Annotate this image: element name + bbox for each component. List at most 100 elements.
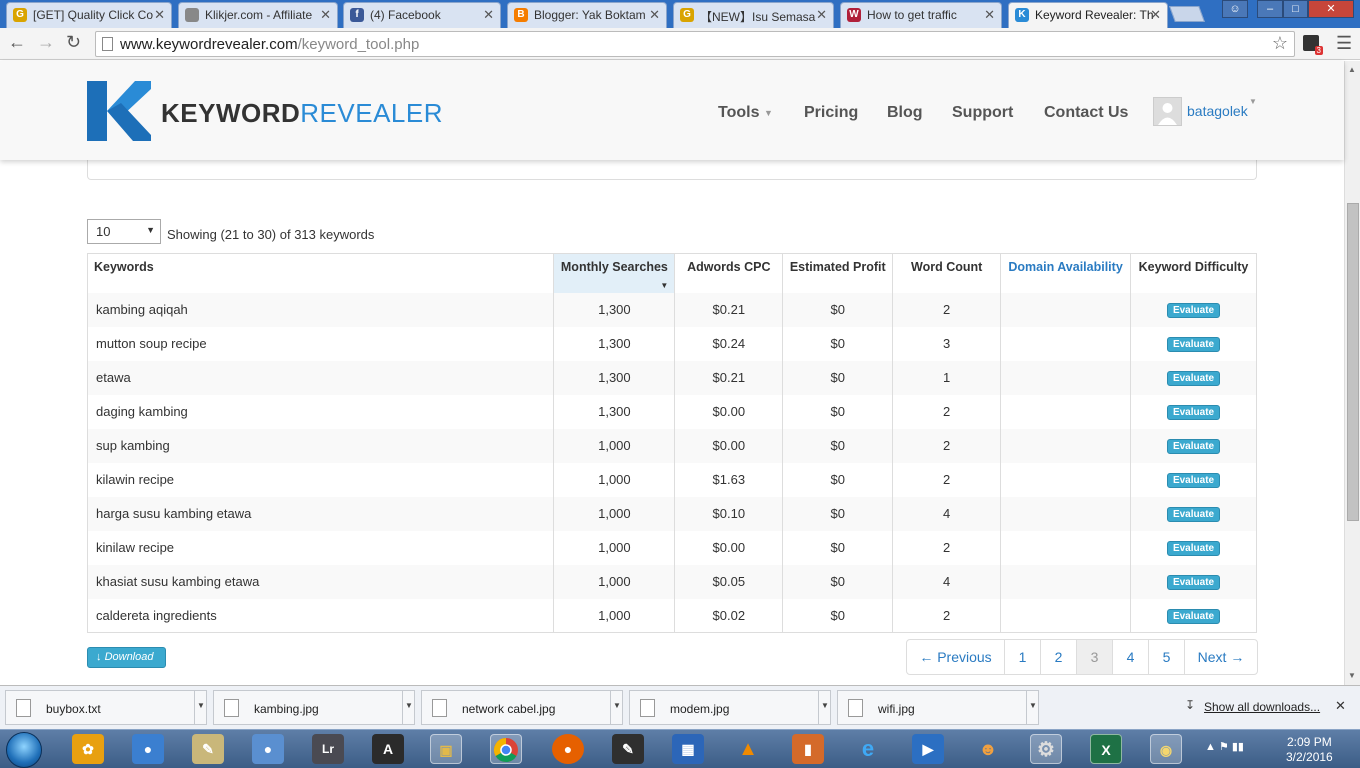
taskbar-excel-icon[interactable]: X (1090, 734, 1122, 764)
col-header-keyword-difficulty[interactable]: Keyword Difficulty (1130, 253, 1257, 293)
browser-tab[interactable]: B Blogger: Yak Boktam ✕ (507, 2, 667, 28)
taskbar-firefox-icon[interactable]: ● (552, 734, 584, 764)
taskbar-explorer-icon[interactable]: ▣ (430, 734, 462, 764)
download-item[interactable]: modem.jpg ▼ (629, 690, 831, 725)
browser-tab[interactable]: W How to get traffic ✕ (840, 2, 1002, 28)
download-item[interactable]: wifi.jpg ▼ (837, 690, 1039, 725)
browser-tab[interactable]: G 【NEW】Isu Semasa ✕ (673, 2, 834, 28)
col-header-estimated-profit[interactable]: Estimated Profit (782, 253, 893, 293)
col-header-domain-availability[interactable]: Domain Availability (1000, 253, 1131, 293)
taskbar-app-icon[interactable]: ✎ (612, 734, 644, 764)
nav-tools[interactable]: Tools ▼ (718, 104, 773, 122)
evaluate-button[interactable]: Evaluate (1166, 507, 1221, 522)
user-menu-chevron-icon[interactable]: ▼ (1249, 97, 1257, 106)
reload-icon[interactable]: ↻ (66, 32, 81, 53)
taskbar-app-icon[interactable]: ● (252, 734, 284, 764)
nav-support[interactable]: Support (952, 104, 1013, 122)
pagination-next[interactable]: Next → (1184, 640, 1257, 674)
taskbar-app-icon[interactable]: ▮ (792, 734, 824, 764)
taskbar-app-icon[interactable]: ✎ (192, 734, 224, 764)
download-item[interactable]: network cabel.jpg ▼ (421, 690, 623, 725)
pagination-previous[interactable]: ← Previous (907, 640, 1004, 674)
tab-close-icon[interactable]: ✕ (984, 7, 995, 23)
taskbar-app-icon[interactable]: ▶ (912, 734, 944, 764)
taskbar-chrome-icon[interactable] (490, 734, 522, 764)
taskbar-ie-icon[interactable]: e (852, 734, 884, 764)
browser-tab[interactable]: G [GET] Quality Click Co ✕ (6, 2, 172, 28)
browser-tab[interactable]: f (4) Facebook ✕ (343, 2, 501, 28)
chevron-down-icon[interactable]: ▼ (610, 691, 623, 724)
new-tab-button[interactable] (1169, 6, 1205, 22)
col-header-monthly-searches[interactable]: Monthly Searches ▼ (553, 253, 675, 293)
nav-pricing[interactable]: Pricing (804, 104, 858, 122)
taskbar-app-icon[interactable]: ● (132, 734, 164, 764)
evaluate-button[interactable]: Evaluate (1166, 608, 1221, 624)
forward-arrow-icon[interactable]: → (37, 32, 55, 53)
download-button[interactable]: ↓ Download (87, 647, 166, 668)
bookmark-star-icon[interactable]: ☆ (1272, 33, 1288, 54)
system-tray[interactable]: ▲ ⚑ ▮▮ (1205, 740, 1244, 753)
pagination-page-5[interactable]: 5 (1148, 640, 1184, 674)
tab-close-icon[interactable]: ✕ (483, 7, 494, 23)
chevron-down-icon[interactable]: ▼ (194, 691, 207, 724)
window-close-button[interactable]: ✕ (1308, 0, 1354, 18)
col-header-keywords[interactable]: Keywords (88, 254, 554, 293)
chevron-down-icon[interactable]: ▼ (1026, 691, 1039, 724)
tab-close-icon[interactable]: ✕ (154, 7, 165, 23)
scroll-down-arrow-icon[interactable]: ▼ (1348, 671, 1356, 680)
window-user-button[interactable]: ☺ (1222, 0, 1248, 18)
evaluate-button[interactable]: Evaluate (1166, 303, 1221, 318)
close-icon[interactable]: ✕ (1335, 698, 1346, 714)
tab-close-icon[interactable]: ✕ (649, 7, 660, 23)
taskbar-paint-icon[interactable]: ◉ (1150, 734, 1182, 764)
evaluate-button[interactable]: Evaluate (1166, 405, 1221, 420)
nav-blog[interactable]: Blog (887, 104, 923, 122)
pagination-page-3[interactable]: 3 (1076, 640, 1112, 674)
download-item[interactable]: kambing.jpg ▼ (213, 690, 415, 725)
evaluate-button[interactable]: Evaluate (1166, 371, 1221, 386)
pagination-page-4[interactable]: 4 (1112, 640, 1148, 674)
menu-hamburger-icon[interactable]: ☰ (1336, 33, 1352, 54)
col-header-word-count[interactable]: Word Count (892, 253, 1001, 293)
site-logo-text[interactable]: KEYWORDREVEALER (161, 98, 443, 129)
extension-icon[interactable]: 3 (1303, 35, 1323, 55)
browser-tab[interactable]: Klikjer.com - Affiliate ✕ (178, 2, 338, 28)
address-bar[interactable]: www.keywordrevealer.com/keyword_tool.php… (95, 31, 1295, 57)
pagination-page-1[interactable]: 1 (1004, 640, 1040, 674)
taskbar-settings-icon[interactable]: ⚙ (1030, 734, 1062, 764)
chevron-down-icon[interactable]: ▼ (402, 691, 415, 724)
keyword-revealer-logo-icon[interactable] (87, 81, 151, 141)
taskbar-app-icon[interactable]: ☻ (972, 734, 1004, 764)
window-maximize-button[interactable]: □ (1283, 0, 1308, 18)
pagination-page-2[interactable]: 2 (1040, 640, 1076, 674)
chevron-down-icon[interactable]: ▼ (818, 691, 831, 724)
nav-contact-us[interactable]: Contact Us (1044, 104, 1128, 122)
page-scrollbar[interactable]: ▲ ▼ (1344, 61, 1360, 685)
start-button-icon[interactable] (6, 732, 42, 768)
taskbar-app-icon[interactable]: ▦ (672, 734, 704, 764)
taskbar-lightroom-icon[interactable]: Lr (312, 734, 344, 764)
evaluate-button[interactable]: Evaluate (1166, 473, 1221, 488)
taskbar-app-icon[interactable]: ✿ (72, 734, 104, 764)
browser-tab[interactable]: K Keyword Revealer: Th ✕ (1008, 2, 1168, 28)
window-minimize-button[interactable]: – (1257, 0, 1283, 18)
evaluate-button[interactable]: Evaluate (1166, 541, 1221, 556)
avatar[interactable] (1153, 97, 1182, 126)
taskbar-app-icon[interactable]: A (372, 734, 404, 764)
tab-close-icon[interactable]: ✕ (1150, 7, 1161, 23)
evaluate-button[interactable]: Evaluate (1166, 575, 1221, 590)
col-header-adwords-cpc[interactable]: Adwords CPC (674, 253, 783, 293)
tab-close-icon[interactable]: ✕ (816, 7, 827, 23)
username-link[interactable]: batagolek (1187, 103, 1248, 119)
evaluate-button[interactable]: Evaluate (1166, 439, 1221, 454)
taskbar-clock[interactable]: 2:09 PM 3/2/2016 (1286, 735, 1333, 765)
per-page-select[interactable]: 10 ▼ (87, 219, 161, 244)
taskbar-vlc-icon[interactable]: ▲ (732, 734, 764, 764)
back-arrow-icon[interactable]: ← (8, 32, 26, 53)
scrollbar-thumb[interactable] (1347, 203, 1359, 521)
evaluate-button[interactable]: Evaluate (1166, 337, 1221, 352)
scroll-up-arrow-icon[interactable]: ▲ (1348, 65, 1356, 74)
tab-close-icon[interactable]: ✕ (320, 7, 331, 23)
download-item[interactable]: buybox.txt ▼ (5, 690, 207, 725)
show-all-downloads-link[interactable]: Show all downloads... (1204, 700, 1320, 714)
